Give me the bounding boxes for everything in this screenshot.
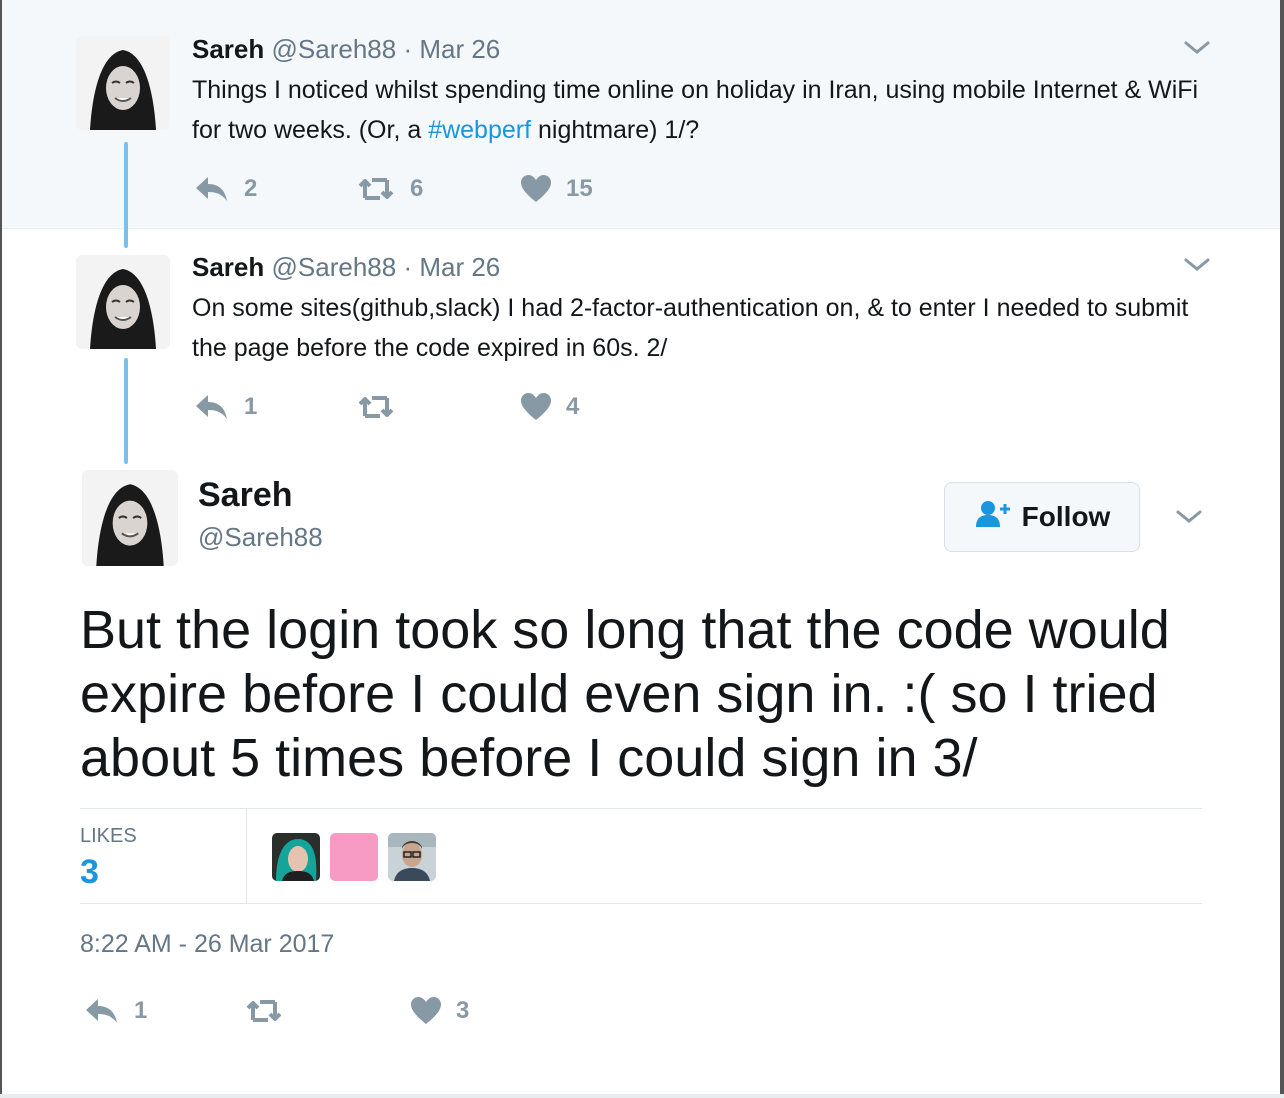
retweet-button[interactable] xyxy=(356,392,410,422)
window-edge xyxy=(0,1094,1284,1098)
author-handle[interactable]: @Sareh88 xyxy=(272,34,397,64)
follow-label: Follow xyxy=(1021,501,1111,532)
author-name[interactable]: Sareh xyxy=(198,476,293,515)
tweet-permalink-view: Sareh @Sareh88 · Mar 26 Things I noticed… xyxy=(0,0,1284,1098)
retweet-icon xyxy=(356,174,396,204)
ancestor-tweet-1[interactable]: Sareh @Sareh88 · Mar 26 Things I noticed… xyxy=(2,0,1280,229)
separator: · xyxy=(403,252,413,282)
reply-count: 1 xyxy=(244,393,258,420)
like-count: 15 xyxy=(566,175,593,202)
follow-button[interactable]: Follow xyxy=(944,482,1140,552)
chevron-down-icon[interactable] xyxy=(1176,509,1202,525)
tweet-text: On some sites(github,slack) I had 2-fact… xyxy=(192,294,1189,362)
reply-count: 2 xyxy=(244,175,258,202)
window-edge xyxy=(1280,0,1284,1098)
reply-count: 1 xyxy=(134,997,148,1024)
avatar[interactable] xyxy=(76,36,170,130)
tweet-timestamp[interactable]: 8:22 AM - 26 Mar 2017 xyxy=(80,930,334,959)
avatar[interactable] xyxy=(82,470,178,566)
likes-count[interactable]: 3 xyxy=(80,853,99,892)
retweet-count: 6 xyxy=(410,175,424,202)
author-handle[interactable]: @Sareh88 xyxy=(272,252,397,282)
retweet-button[interactable]: 6 xyxy=(356,174,423,204)
tweet-actions: 1 4 xyxy=(194,392,694,426)
separator: · xyxy=(403,34,413,64)
thread-connector xyxy=(124,142,128,248)
heart-icon xyxy=(520,392,552,422)
like-button[interactable]: 4 xyxy=(520,392,579,422)
tweet-date[interactable]: Mar 26 xyxy=(419,34,500,64)
reply-icon xyxy=(84,996,120,1026)
stats-divider xyxy=(246,809,247,903)
tweet-header: Sareh @Sareh88 · Mar 26 xyxy=(192,34,500,65)
reply-button[interactable]: 1 xyxy=(84,996,147,1026)
ancestor-tweet-2[interactable]: Sareh @Sareh88 · Mar 26 On some sites(gi… xyxy=(2,229,1280,455)
tweet-actions: 1 3 xyxy=(84,996,584,1030)
like-button[interactable]: 15 xyxy=(520,174,593,204)
reply-icon xyxy=(194,392,230,422)
tweet-stats: LIKES 3 xyxy=(80,808,1202,904)
hashtag-link[interactable]: #webperf xyxy=(428,116,531,144)
reply-icon xyxy=(194,174,230,204)
follow-person-icon xyxy=(974,500,1022,535)
liker-avatar[interactable] xyxy=(388,833,436,881)
liker-avatar[interactable] xyxy=(330,833,378,881)
author-handle[interactable]: @Sareh88 xyxy=(198,522,323,553)
tweet-text-part: nightmare) 1/? xyxy=(531,116,700,144)
author-name[interactable]: Sareh xyxy=(192,34,264,64)
chevron-down-icon[interactable] xyxy=(1184,40,1210,56)
tweet-header: Sareh @Sareh88 · Mar 26 xyxy=(192,252,500,283)
reply-button[interactable]: 2 xyxy=(194,174,257,204)
retweet-icon xyxy=(244,996,284,1026)
likes-label[interactable]: LIKES xyxy=(80,825,137,848)
heart-icon xyxy=(410,996,442,1026)
tweet-date[interactable]: Mar 26 xyxy=(419,252,500,282)
tweet-actions: 2 6 15 xyxy=(194,174,694,208)
like-count: 3 xyxy=(456,997,470,1024)
thread-connector xyxy=(124,358,128,464)
reply-button[interactable]: 1 xyxy=(194,392,257,422)
retweet-button[interactable] xyxy=(244,996,298,1026)
author-name[interactable]: Sareh xyxy=(192,252,264,282)
tweet-text: Things I noticed whilst spending time on… xyxy=(192,70,1212,150)
main-tweet-text: But the login took so long that the code… xyxy=(80,600,1170,788)
like-count: 4 xyxy=(566,393,580,420)
like-button[interactable]: 3 xyxy=(410,996,469,1026)
retweet-icon xyxy=(356,392,396,422)
heart-icon xyxy=(520,174,552,204)
liker-avatar[interactable] xyxy=(272,833,320,881)
avatar[interactable] xyxy=(76,255,170,349)
chevron-down-icon[interactable] xyxy=(1184,257,1210,273)
